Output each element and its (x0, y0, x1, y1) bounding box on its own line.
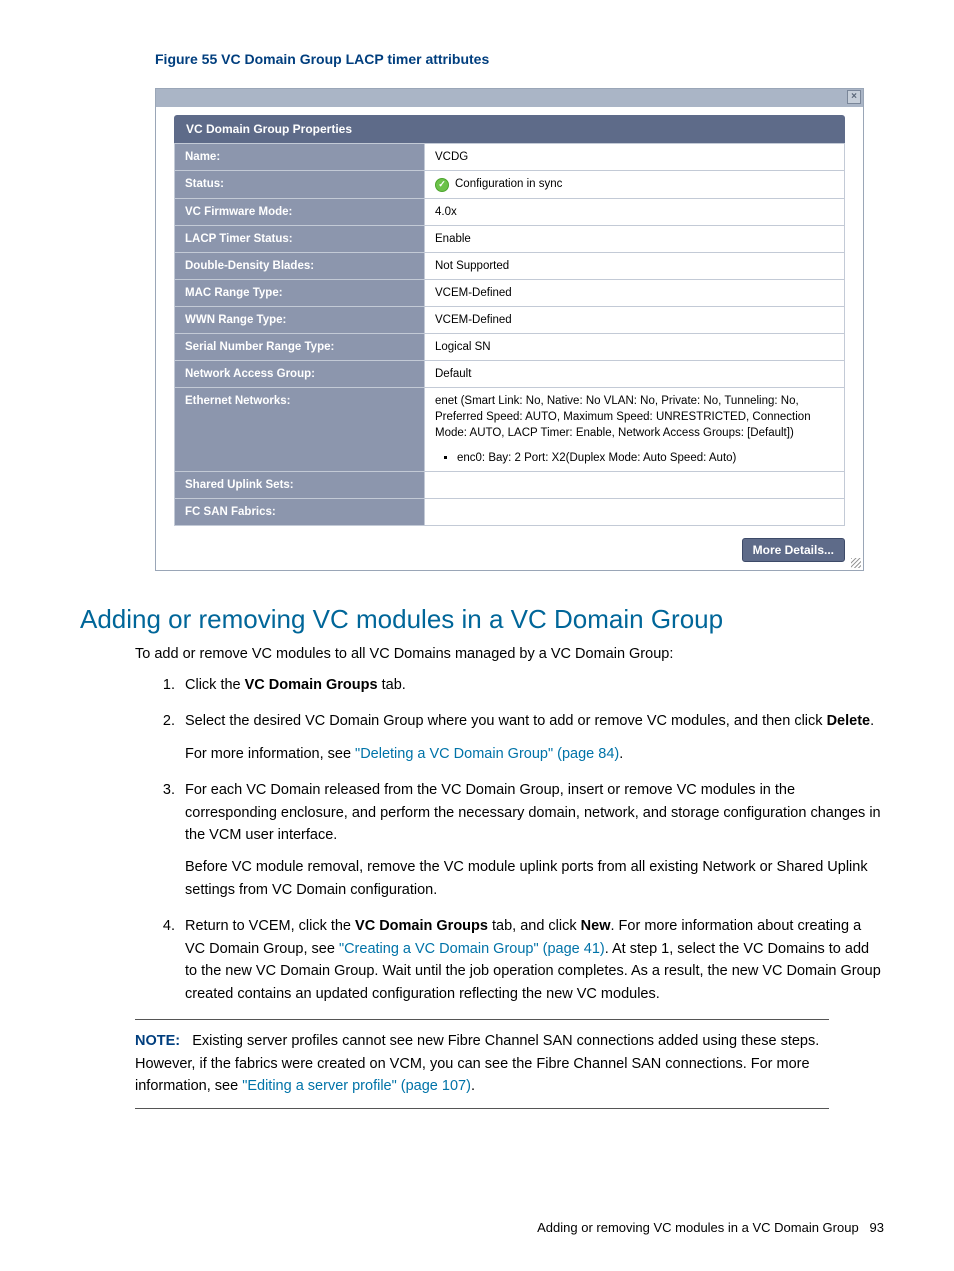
network-sublist: enc0: Bay: 2 Port: X2(Duplex Mode: Auto … (457, 450, 834, 466)
prop-key: Serial Number Range Type: (175, 334, 425, 361)
figure-caption: Figure 55 VC Domain Group LACP timer att… (155, 50, 884, 70)
prop-key: VC Firmware Mode: (175, 198, 425, 225)
page-number: 93 (870, 1220, 884, 1235)
window-titlebar: × (156, 89, 863, 107)
step-text: Return to VCEM, click the (185, 918, 355, 934)
prop-value (425, 498, 845, 525)
prop-value: VCEM-Defined (425, 279, 845, 306)
page-footer: Adding or removing VC modules in a VC Do… (80, 1219, 884, 1237)
link-edit-profile[interactable]: "Editing a server profile" (page 107) (242, 1078, 471, 1094)
resize-grip-icon[interactable] (851, 558, 861, 568)
prop-value: Default (425, 361, 845, 388)
status-text: Configuration in sync (455, 176, 562, 192)
table-row: Status: ✓ Configuration in sync (175, 171, 845, 198)
table-row: Serial Number Range Type:Logical SN (175, 334, 845, 361)
steps-list: Click the VC Domain Groups tab. Select t… (155, 674, 884, 1006)
prop-value: Enable (425, 225, 845, 252)
prop-value: Not Supported (425, 252, 845, 279)
note-block: NOTE: Existing server profiles cannot se… (135, 1019, 829, 1108)
check-icon: ✓ (435, 178, 449, 192)
step-1: Click the VC Domain Groups tab. (179, 674, 884, 696)
step-text: Click the (185, 677, 245, 693)
step-text: For more information, see (185, 746, 355, 762)
prop-key: Double-Density Blades: (175, 252, 425, 279)
prop-value: VCEM-Defined (425, 306, 845, 333)
screenshot-panel: × VC Domain Group Properties Name:VCDGSt… (155, 88, 864, 571)
prop-value: ✓ Configuration in sync (425, 171, 845, 198)
note-text: Existing server profiles cannot see new … (135, 1033, 819, 1094)
section-heading: Adding or removing VC modules in a VC Do… (80, 601, 884, 637)
prop-value: VCDG (425, 144, 845, 171)
step-text: Select the desired VC Domain Group where… (185, 713, 827, 729)
table-row: WWN Range Type:VCEM-Defined (175, 306, 845, 333)
prop-value: Logical SN (425, 334, 845, 361)
table-row: LACP Timer Status:Enable (175, 225, 845, 252)
table-row: Ethernet Networks:enet (Smart Link: No, … (175, 388, 845, 471)
table-row: Double-Density Blades:Not Supported (175, 252, 845, 279)
panel-title: VC Domain Group Properties (174, 115, 845, 144)
table-row: MAC Range Type:VCEM-Defined (175, 279, 845, 306)
table-row: FC SAN Fabrics: (175, 498, 845, 525)
step-2: Select the desired VC Domain Group where… (179, 710, 884, 765)
link-create-vcdg[interactable]: "Creating a VC Domain Group" (page 41) (339, 941, 605, 957)
note-text: . (471, 1078, 475, 1094)
prop-key: Status: (175, 171, 425, 198)
prop-value: 4.0x (425, 198, 845, 225)
more-details-button[interactable]: More Details... (742, 538, 845, 562)
close-icon[interactable]: × (847, 90, 861, 104)
prop-key: Shared Uplink Sets: (175, 471, 425, 498)
table-row: Shared Uplink Sets: (175, 471, 845, 498)
properties-table: Name:VCDGStatus: ✓ Configuration in sync VC… (174, 143, 845, 525)
table-row: VC Firmware Mode:4.0x (175, 198, 845, 225)
table-row: Name:VCDG (175, 144, 845, 171)
prop-value (425, 471, 845, 498)
prop-key: WWN Range Type: (175, 306, 425, 333)
step-bold: Delete (827, 713, 871, 729)
step-text: tab. (378, 677, 406, 693)
prop-key: LACP Timer Status: (175, 225, 425, 252)
step-bold: New (581, 918, 611, 934)
step-text: . (870, 713, 874, 729)
prop-key: Ethernet Networks: (175, 388, 425, 471)
link-delete-vcdg[interactable]: "Deleting a VC Domain Group" (page 84) (355, 746, 619, 762)
step-text: tab, and click (488, 918, 581, 934)
prop-key: Network Access Group: (175, 361, 425, 388)
list-item: enc0: Bay: 2 Port: X2(Duplex Mode: Auto … (457, 450, 834, 466)
step-text: Before VC module removal, remove the VC … (185, 856, 884, 901)
step-3: For each VC Domain released from the VC … (179, 779, 884, 901)
prop-value: enet (Smart Link: No, Native: No VLAN: N… (425, 388, 845, 471)
prop-key: Name: (175, 144, 425, 171)
step-text: . (619, 746, 623, 762)
prop-key: FC SAN Fabrics: (175, 498, 425, 525)
note-label: NOTE: (135, 1033, 180, 1049)
step-text: For each VC Domain released from the VC … (185, 782, 881, 843)
step-4: Return to VCEM, click the VC Domain Grou… (179, 915, 884, 1005)
table-row: Network Access Group:Default (175, 361, 845, 388)
prop-key: MAC Range Type: (175, 279, 425, 306)
step-bold: VC Domain Groups (245, 677, 378, 693)
footer-text: Adding or removing VC modules in a VC Do… (537, 1220, 859, 1235)
step-bold: VC Domain Groups (355, 918, 488, 934)
intro-text: To add or remove VC modules to all VC Do… (135, 643, 884, 665)
